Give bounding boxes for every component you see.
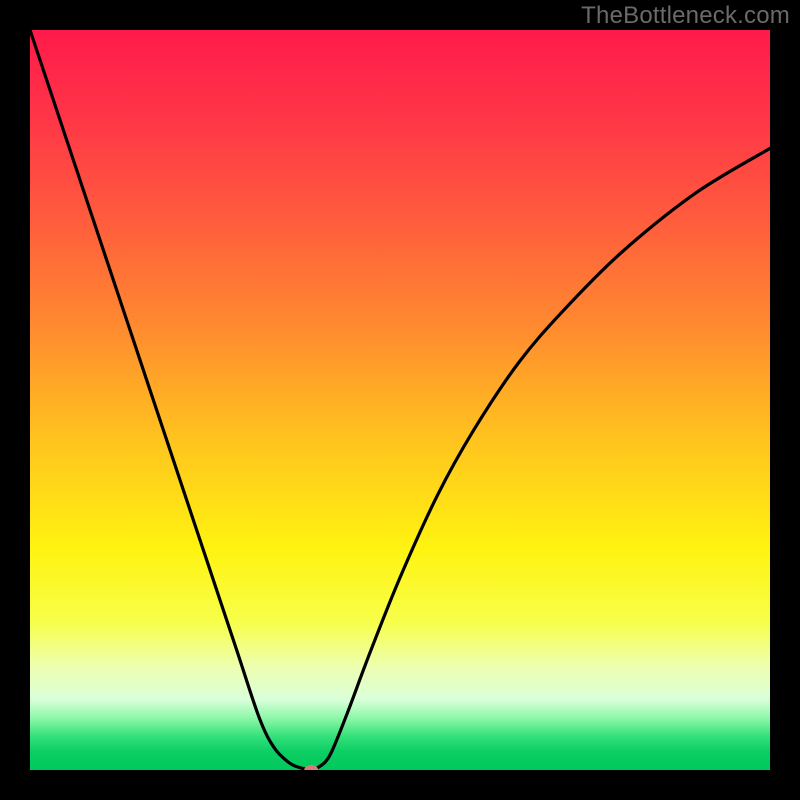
gradient-background xyxy=(30,30,770,770)
plot-svg xyxy=(30,30,770,770)
chart-frame: TheBottleneck.com xyxy=(0,0,800,800)
watermark-text: TheBottleneck.com xyxy=(581,2,790,30)
plot-area xyxy=(30,30,770,770)
